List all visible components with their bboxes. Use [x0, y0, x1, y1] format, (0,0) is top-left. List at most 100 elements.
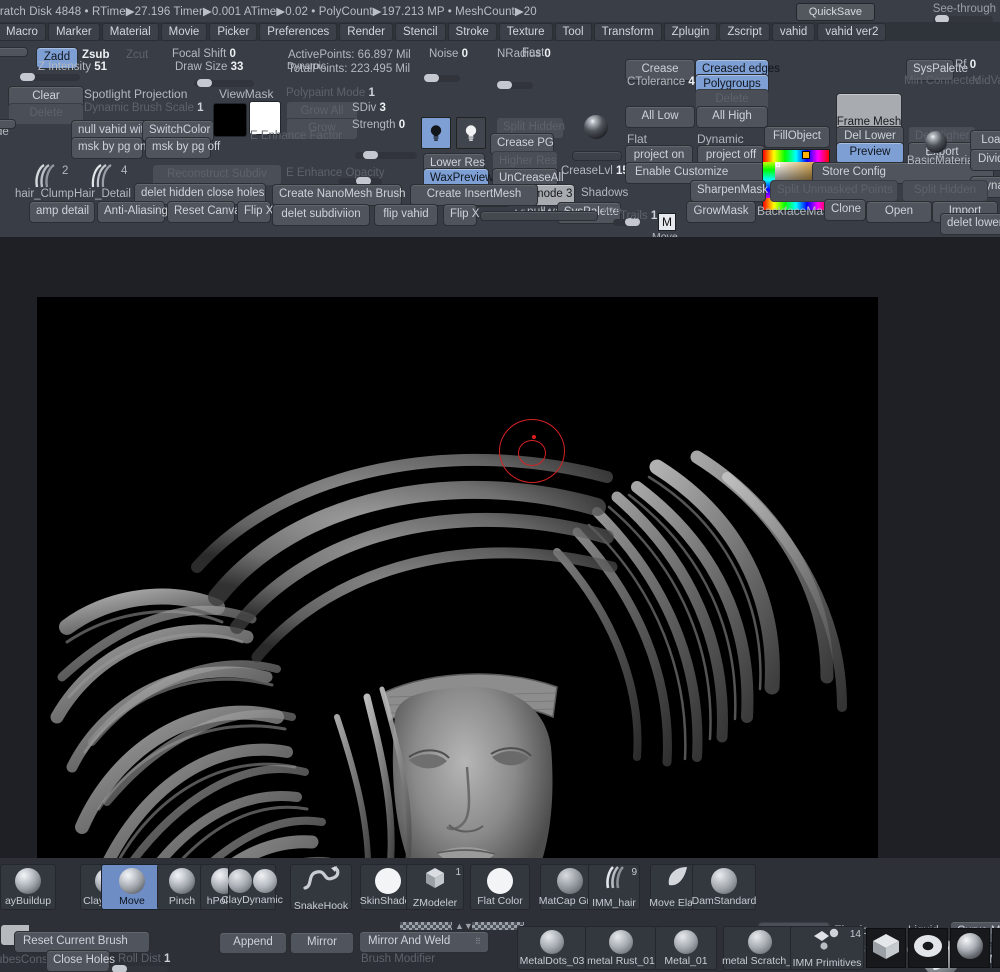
delet-lower-h-button[interactable]: delet lower h: [940, 213, 1000, 235]
sdiv-slider[interactable]: [355, 151, 417, 159]
menu-item-transform[interactable]: Transform: [593, 22, 662, 41]
light-on-button[interactable]: [421, 117, 451, 149]
sharpenmask-button[interactable]: SharpenMask: [690, 180, 768, 202]
drag-handle-icon[interactable]: ⠿: [475, 937, 481, 946]
draw-size-slider[interactable]: [194, 79, 254, 87]
move-badge-icon[interactable]: M: [658, 213, 676, 231]
see-through-slider[interactable]: See-through: [932, 3, 996, 23]
hair-detail-icon[interactable]: [88, 163, 114, 189]
spotlight-projection-label[interactable]: Spotlight Projection: [84, 87, 187, 101]
material-flat-color[interactable]: Flat Color: [470, 864, 530, 910]
flat-1-label[interactable]: Flat: [627, 132, 647, 146]
material-zmodeler[interactable]: 1 ZModeler: [406, 864, 464, 910]
flip-x-1-button[interactable]: Flip X: [237, 201, 273, 223]
all-low-button[interactable]: All Low: [625, 106, 695, 128]
hair-clump-label: hair_Clump: [15, 188, 74, 200]
color-picker-hue-top[interactable]: [763, 150, 829, 162]
roll-dist-knob[interactable]: [112, 965, 127, 972]
menu-item-texture[interactable]: Texture: [498, 22, 553, 41]
msk-by-pg-on-button[interactable]: msk by pg on: [71, 137, 146, 159]
dynamic-label-2[interactable]: Dynamic: [697, 132, 744, 146]
nradius-slider[interactable]: [497, 81, 533, 89]
noise-knob[interactable]: [424, 74, 439, 82]
basicmaterial2-sphere[interactable]: [925, 131, 947, 153]
menu-item-marker[interactable]: Marker: [47, 22, 100, 41]
alpha-metal-rust-01[interactable]: metal Rust_01: [585, 926, 657, 970]
material-imm-hair[interactable]: 9 IMM_hair: [588, 864, 640, 910]
plane-primitive-tile[interactable]: [992, 928, 1000, 968]
main-color-swatch[interactable]: [213, 103, 247, 137]
amp-detail-button[interactable]: amp detail: [29, 201, 95, 223]
open-button[interactable]: Open: [866, 201, 932, 223]
msk-by-pg-off-button[interactable]: msk by pg off: [145, 137, 220, 159]
menu-item-material[interactable]: Material: [101, 22, 159, 41]
alpha-imm-primitives[interactable]: 14 IMM Primitives: [790, 926, 864, 970]
brush-move[interactable]: Move: [101, 864, 163, 910]
delet-subdiviion-button[interactable]: delet subdiviion: [272, 204, 370, 226]
preview-button[interactable]: Preview: [836, 142, 904, 164]
menu-item-macro[interactable]: Macro: [0, 22, 46, 41]
shadows-label[interactable]: Shadows: [581, 187, 628, 199]
draw-size-knob[interactable]: [197, 79, 212, 87]
flip-vahid-button[interactable]: flip vahid: [374, 204, 438, 226]
snakehook-icon: [303, 866, 340, 890]
sphere-primitive-tile[interactable]: [950, 928, 990, 968]
material-preview-sphere[interactable]: [584, 115, 608, 139]
menu-item-stencil[interactable]: Stencil: [395, 22, 446, 41]
growmask-button[interactable]: GrowMask: [686, 201, 756, 223]
z-intensity-slider[interactable]: [20, 73, 80, 81]
material-damstandard[interactable]: DamStandard: [692, 864, 756, 910]
hair-clump-icon[interactable]: [30, 163, 56, 189]
menu-item-zscript[interactable]: Zscript: [719, 22, 770, 41]
menu-item-movie[interactable]: Movie: [160, 22, 208, 41]
anti-aliasing-button[interactable]: Anti-Aliasing: [97, 201, 168, 223]
reset-canvas-button[interactable]: Reset Canvas: [167, 201, 246, 223]
alpha-metal-scratch-0[interactable]: metal Scratch_0: [722, 926, 798, 970]
zsub-button[interactable]: Zsub: [82, 49, 109, 61]
roll-dist-label: Roll Dist 1: [118, 953, 171, 965]
menu-item-zplugin[interactable]: Zplugin: [663, 22, 718, 41]
all-high-button[interactable]: All High: [696, 106, 768, 128]
menu-item-vahid[interactable]: vahid: [771, 22, 816, 41]
nradius-knob[interactable]: [497, 81, 512, 89]
polypaint-mode-label: Polypaint Mode 1: [286, 87, 375, 99]
spin-up-down-icon[interactable]: ▲▼: [455, 921, 473, 931]
torus-primitive-tile[interactable]: [908, 928, 948, 968]
shadows-button[interactable]: [572, 151, 622, 161]
split-hidden-button[interactable]: Split Hidden: [902, 180, 988, 202]
create-nanomesh-brush-button[interactable]: Create NanoMesh Brush: [272, 184, 406, 206]
sdiv-knob[interactable]: [363, 151, 378, 159]
close-holes-button[interactable]: Close Holes: [46, 950, 115, 972]
noise-slider[interactable]: [424, 74, 460, 82]
cube-primitive-tile[interactable]: [866, 928, 906, 968]
viewmask-top-label[interactable]: ViewMask: [219, 87, 273, 101]
alpha-metaldots-03[interactable]: MetalDots_03: [517, 926, 587, 970]
menu-item-picker[interactable]: Picker: [209, 22, 258, 41]
shelf-mesh-stub[interactable]: [480, 211, 598, 221]
z-intensity-knob[interactable]: [20, 73, 35, 81]
menu-item-stroke[interactable]: Stroke: [447, 22, 497, 41]
mirror-and-weld-button[interactable]: Mirror And Weld: [359, 931, 489, 953]
brush-snakehook[interactable]: SnakeHook: [290, 864, 352, 912]
menu-item-vahid-ver2[interactable]: vahid ver2: [817, 22, 887, 41]
menu-item-render[interactable]: Render: [339, 22, 394, 41]
flip-x-2-button[interactable]: Flip X: [443, 204, 479, 226]
divide-button[interactable]: Divide: [970, 149, 1000, 171]
brush-aybuildup[interactable]: ayBuildup: [0, 864, 56, 910]
fillobject-button[interactable]: FillObject: [764, 126, 830, 148]
brush-claydynamic[interactable]: ClayDynamic: [221, 864, 283, 910]
append-button[interactable]: Append: [219, 932, 287, 954]
roll-dist-slider[interactable]: [108, 965, 168, 972]
shelf-left-stub-1[interactable]: [0, 47, 28, 57]
clone-button[interactable]: Clone: [824, 199, 866, 221]
mirror-button[interactable]: Mirror: [290, 932, 354, 954]
create-insertmesh-button[interactable]: Create InsertMesh: [410, 184, 538, 206]
menu-item-preferences[interactable]: Preferences: [259, 22, 338, 41]
menu-item-tool[interactable]: Tool: [554, 22, 592, 41]
alpha-metal-01[interactable]: Metal_01: [655, 926, 717, 970]
light-off-button[interactable]: [456, 117, 486, 149]
material-icon: [665, 865, 693, 896]
shelf-left-stub-2[interactable]: [0, 119, 16, 129]
quicksave-button[interactable]: QuickSave: [795, 3, 875, 21]
zcut-button[interactable]: Zcut: [126, 49, 148, 61]
